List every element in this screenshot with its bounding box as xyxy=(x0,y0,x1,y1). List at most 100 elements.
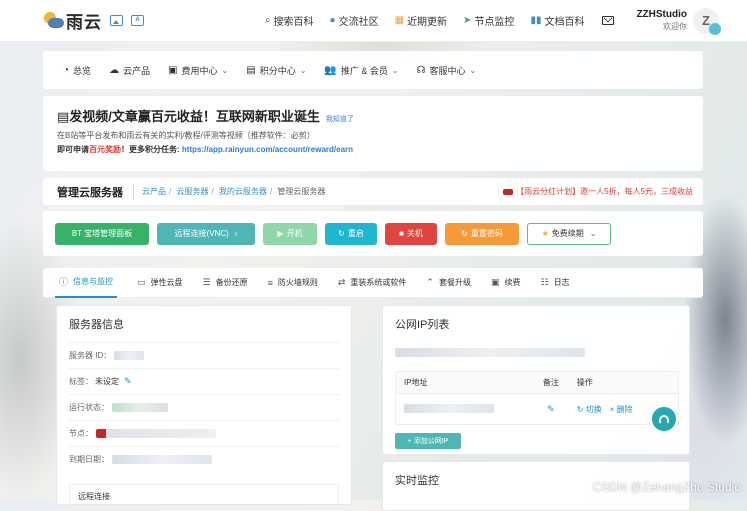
user-name: ZZHStudio xyxy=(636,9,687,20)
status-row: 运行状态： xyxy=(69,394,339,420)
chevron-down-icon: ⌄ xyxy=(589,229,597,238)
reward-link[interactable]: https://app.rainyun.com/account/reward/e… xyxy=(182,145,353,154)
avatar-badge xyxy=(709,22,721,35)
announcement: ▤发视频/文章赢百元收益！互联网新职业诞生 我知道了 在B站等平台发布和雨云有关… xyxy=(43,96,703,171)
play-icon: ▶ xyxy=(277,229,284,238)
tab-backup[interactable]: ☰ 备份还原 xyxy=(203,268,248,298)
breadcrumb-current: 管理云服务器 xyxy=(277,187,326,196)
announcement-title: ▤发视频/文章赢百元收益！互联网新职业诞生 xyxy=(57,109,320,124)
panel-title: 服务器信息 xyxy=(69,319,124,331)
power-off-button[interactable]: ■ 关机 xyxy=(385,222,437,245)
redacted-value xyxy=(112,455,212,464)
announcement-line1: 在B站等平台发布和雨云有关的实利/教程/评测等视频（推荐软件：必剪） xyxy=(57,131,315,140)
stop-icon: ■ xyxy=(399,229,404,238)
nav-points[interactable]: ▤ 积分中心 ⌄ xyxy=(246,64,306,77)
tab-upgrade[interactable]: ⌃ 套餐升级 xyxy=(426,268,471,298)
chevron-down-icon: ⌄ xyxy=(221,65,229,75)
table-row: ✎ ↻ 切换 × 删除 xyxy=(396,394,678,424)
tab-renew[interactable]: ▣ 续费 xyxy=(491,268,521,298)
breadcrumb-item[interactable]: 云产品 xyxy=(142,187,166,196)
redacted-value xyxy=(112,403,168,412)
image-icon[interactable] xyxy=(110,15,123,26)
free-renew-button[interactable]: ★ 免费续期 ⌄ xyxy=(527,222,611,245)
ai-icon[interactable]: A xyxy=(131,15,144,26)
watermark: CSDN @ZehangZhu Studio xyxy=(592,480,741,494)
switch-ip-link[interactable]: ↻ 切换 xyxy=(577,405,602,414)
remote-connection-box: 远程连接 xyxy=(69,484,339,509)
community-icon: ● xyxy=(329,15,336,26)
tag-row: 标签： 未设定 ✎ xyxy=(69,368,339,394)
topnav-search[interactable]: ⌕ 搜索百科 xyxy=(265,13,314,28)
redacted-value xyxy=(96,429,216,438)
firewall-icon: ≡ xyxy=(267,277,273,288)
points-icon: ▤ xyxy=(246,64,256,76)
chevron-down-icon: ⌄ xyxy=(299,65,307,75)
refresh-icon: ↻ xyxy=(338,229,345,238)
reset-icon: ↻ xyxy=(461,229,468,238)
car-icon xyxy=(503,188,514,195)
redacted-value xyxy=(114,351,145,360)
search-icon: ⌕ xyxy=(264,15,271,26)
ip-table: IP地址 备注 操作 ✎ ↻ 切换 × 删除 xyxy=(395,371,679,425)
redacted-value xyxy=(404,403,494,413)
avatar[interactable]: Z xyxy=(693,7,721,35)
power-on-button[interactable]: ▶ 开机 xyxy=(263,222,317,245)
dismiss-link[interactable]: 我知道了 xyxy=(326,114,354,124)
log-icon: ☷ xyxy=(540,277,549,287)
wallet-icon: ▣ xyxy=(168,64,178,76)
nav-cloud-products[interactable]: ☁ 云产品 xyxy=(109,64,150,77)
support-chat-button[interactable] xyxy=(652,407,676,431)
topnav-monitor[interactable]: ➤ 节点监控 xyxy=(463,13,514,28)
breadcrumb-item[interactable]: 云服务器 xyxy=(176,187,208,196)
user-info[interactable]: ZZHStudio 欢迎你 xyxy=(636,9,687,32)
topnav-updates[interactable]: ▦ 近期更新 xyxy=(395,13,447,28)
edit-icon[interactable]: ✎ xyxy=(124,376,132,387)
redacted-value xyxy=(395,348,585,357)
tab-reinstall[interactable]: ⇄ 重装系统或软件 xyxy=(338,268,407,298)
logo[interactable]: 雨云 xyxy=(42,8,102,33)
promo-link[interactable]: 【雨云分红计划】邀一人5折，每人5元，三成收益 xyxy=(503,186,693,197)
tab-log[interactable]: ☷ 日志 xyxy=(540,268,569,298)
nav-support[interactable]: ☊ 客服中心 ⌄ xyxy=(417,64,477,77)
restart-button[interactable]: ↻ 重启 xyxy=(325,222,377,245)
chevron-right-icon: › xyxy=(234,229,238,238)
cloud-icon: ☁ xyxy=(109,64,120,76)
top-nav: ⌕ 搜索百科 ● 交流社区 ▦ 近期更新 ➤ 节点监控 ▮▮ 文档百科 ZZHStudio… xyxy=(249,7,741,35)
disk-icon: ▭ xyxy=(137,277,146,287)
node-row: 节点： xyxy=(69,420,339,446)
tab-firewall[interactable]: ≡ 防火墙规则 xyxy=(268,268,318,298)
video-icon: ▤ xyxy=(57,109,70,124)
tab-elastic-disk[interactable]: ▭ 弹性云盘 xyxy=(137,268,183,298)
bt-panel-button[interactable]: BT 宝塔管理面板 xyxy=(55,222,149,245)
edit-icon[interactable]: ✎ xyxy=(547,404,555,414)
action-bar: BT 宝塔管理面板 远程连接(VNC) › ▶ 开机 ↻ 重启 ■ 关机 ↻ 重置密码 ★… xyxy=(43,211,703,256)
star-icon: ★ xyxy=(541,229,549,238)
breadcrumb-item[interactable]: 我的云服务器 xyxy=(219,187,267,196)
mail-icon[interactable] xyxy=(602,16,615,25)
renew-icon: ▣ xyxy=(490,277,500,287)
reinstall-icon: ⇄ xyxy=(337,277,346,287)
topnav-community[interactable]: ● 交流社区 xyxy=(330,13,379,28)
page-header: 管理云服务器 云产品 / 云服务器 / 我的云服务器 / 管理云服务器 【雨云分红计划… xyxy=(43,178,703,205)
backup-icon: ☰ xyxy=(202,277,211,287)
nav-billing[interactable]: ▣ 费用中心 ⌄ xyxy=(168,64,228,77)
location-icon: ➤ xyxy=(463,15,472,26)
top-bar: 雨云 A ⌕ 搜索百科 ● 交流社区 ▦ 近期更新 ➤ 节点监控 ▮▮ 文档百科 ZZHS… xyxy=(0,0,747,42)
tab-info-monitor[interactable]: ⓘ 信息与监控 xyxy=(55,268,118,298)
delete-ip-link[interactable]: × 删除 xyxy=(610,405,633,414)
brand-name: 雨云 xyxy=(66,13,102,32)
nav-overview[interactable]: ◔ 总览 xyxy=(63,64,91,77)
vnc-button[interactable]: 远程连接(VNC) › xyxy=(157,222,255,245)
calendar-icon: ▦ xyxy=(394,15,405,26)
add-public-ip-button[interactable]: + 添加公网IP xyxy=(395,433,461,449)
info-icon: ⓘ xyxy=(59,277,69,287)
chevron-down-icon: ⌄ xyxy=(391,65,399,75)
table-header: IP地址 备注 操作 xyxy=(396,372,678,394)
expire-row: 到期日期： xyxy=(69,446,339,472)
topnav-docs[interactable]: ▮▮ 文档百科 xyxy=(530,13,584,28)
chevron-down-icon: ⌄ xyxy=(469,65,477,75)
reset-password-button[interactable]: ↻ 重置密码 xyxy=(445,222,519,245)
refresh-icon: ↻ xyxy=(576,404,584,414)
main-nav: ◔ 总览 ☁ 云产品 ▣ 费用中心 ⌄ ▤ 积分中心 ⌄ 👥 推广 & 会员 ⌄ ☊ 客服中心 ⌄ xyxy=(43,51,703,89)
nav-promotion[interactable]: 👥 推广 & 会员 ⌄ xyxy=(324,64,398,77)
